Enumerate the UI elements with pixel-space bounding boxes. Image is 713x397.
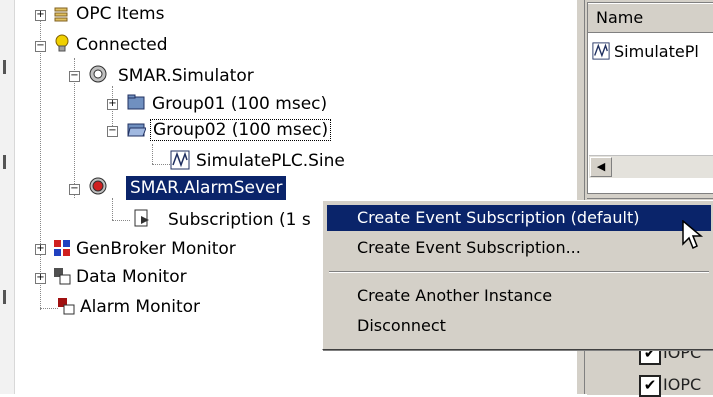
subscription-icon [134, 209, 149, 227]
tree-item-simulator[interactable]: SMAR.Simulator [118, 66, 254, 86]
tree-item-connected[interactable]: Connected [76, 35, 168, 55]
horizontal-scrollbar[interactable]: ◀ [589, 155, 713, 178]
list-item-label: SimulatePl [614, 42, 699, 61]
tree-connector [112, 220, 130, 221]
mouse-pointer-icon [682, 220, 704, 250]
menu-item-create-another-instance[interactable]: Create Another Instance [327, 283, 711, 309]
margin-tick [3, 60, 6, 74]
tree-item-subscription[interactable]: Subscription (1 s [168, 210, 318, 230]
tree-item-genbroker[interactable]: GenBroker Monitor [76, 239, 236, 259]
column-header-name[interactable]: Name [588, 3, 713, 33]
opc-items-icon [54, 7, 68, 22]
checkbox-2-label: IOPC [663, 375, 702, 394]
tree-item-alarm-monitor[interactable]: Alarm Monitor [80, 297, 200, 317]
sine-tag-icon [170, 150, 190, 170]
tree-item-sine[interactable]: SimulatePLC.Sine [196, 151, 345, 171]
group02-label: Group02 (100 msec) [150, 119, 332, 141]
lightbulb-icon [55, 34, 69, 52]
folder-icon [127, 94, 145, 110]
tree-item-alarm-server[interactable]: SMAR.AlarmSever [126, 176, 287, 200]
margin-tick [3, 155, 6, 169]
sine-tag-icon [592, 42, 610, 60]
collapse-toggle[interactable]: − [69, 184, 80, 195]
alarm-monitor-icon [58, 298, 75, 315]
margin-tick [3, 290, 6, 304]
genbroker-icon [54, 240, 70, 256]
tree-connector [152, 144, 153, 164]
data-monitor-icon [54, 268, 71, 285]
expand-toggle[interactable]: + [107, 99, 118, 110]
menu-item-disconnect[interactable]: Disconnect [327, 313, 711, 339]
column-header-label: Name [596, 8, 644, 27]
expand-toggle[interactable]: + [35, 244, 46, 255]
collapse-toggle[interactable]: − [107, 126, 118, 137]
left-margin [0, 0, 15, 394]
menu-separator [329, 271, 709, 273]
context-menu: Create Event Subscription (default) Crea… [322, 200, 713, 350]
collapse-toggle[interactable]: − [35, 41, 46, 52]
collapse-toggle[interactable]: − [69, 71, 80, 82]
expand-toggle[interactable]: + [35, 273, 46, 284]
expand-toggle[interactable]: + [35, 10, 46, 21]
tree-connector [152, 164, 170, 165]
tree-connector [112, 198, 113, 220]
tree-item-group01[interactable]: Group01 (100 msec) [152, 94, 327, 114]
server-icon [89, 65, 107, 83]
menu-item-create-event-subscription-default[interactable]: Create Event Subscription (default) [327, 205, 711, 231]
tree-connector [40, 10, 41, 310]
tree-item-data-monitor[interactable]: Data Monitor [76, 267, 187, 287]
alarm-server-icon [89, 177, 107, 195]
scroll-left-button[interactable]: ◀ [590, 157, 612, 177]
tree-item-group02[interactable]: Group02 (100 msec) [150, 119, 332, 141]
open-folder-icon [127, 123, 146, 137]
tree-item-opc-items[interactable]: OPC Items [76, 4, 164, 24]
menu-item-create-event-subscription[interactable]: Create Event Subscription... [327, 235, 711, 261]
